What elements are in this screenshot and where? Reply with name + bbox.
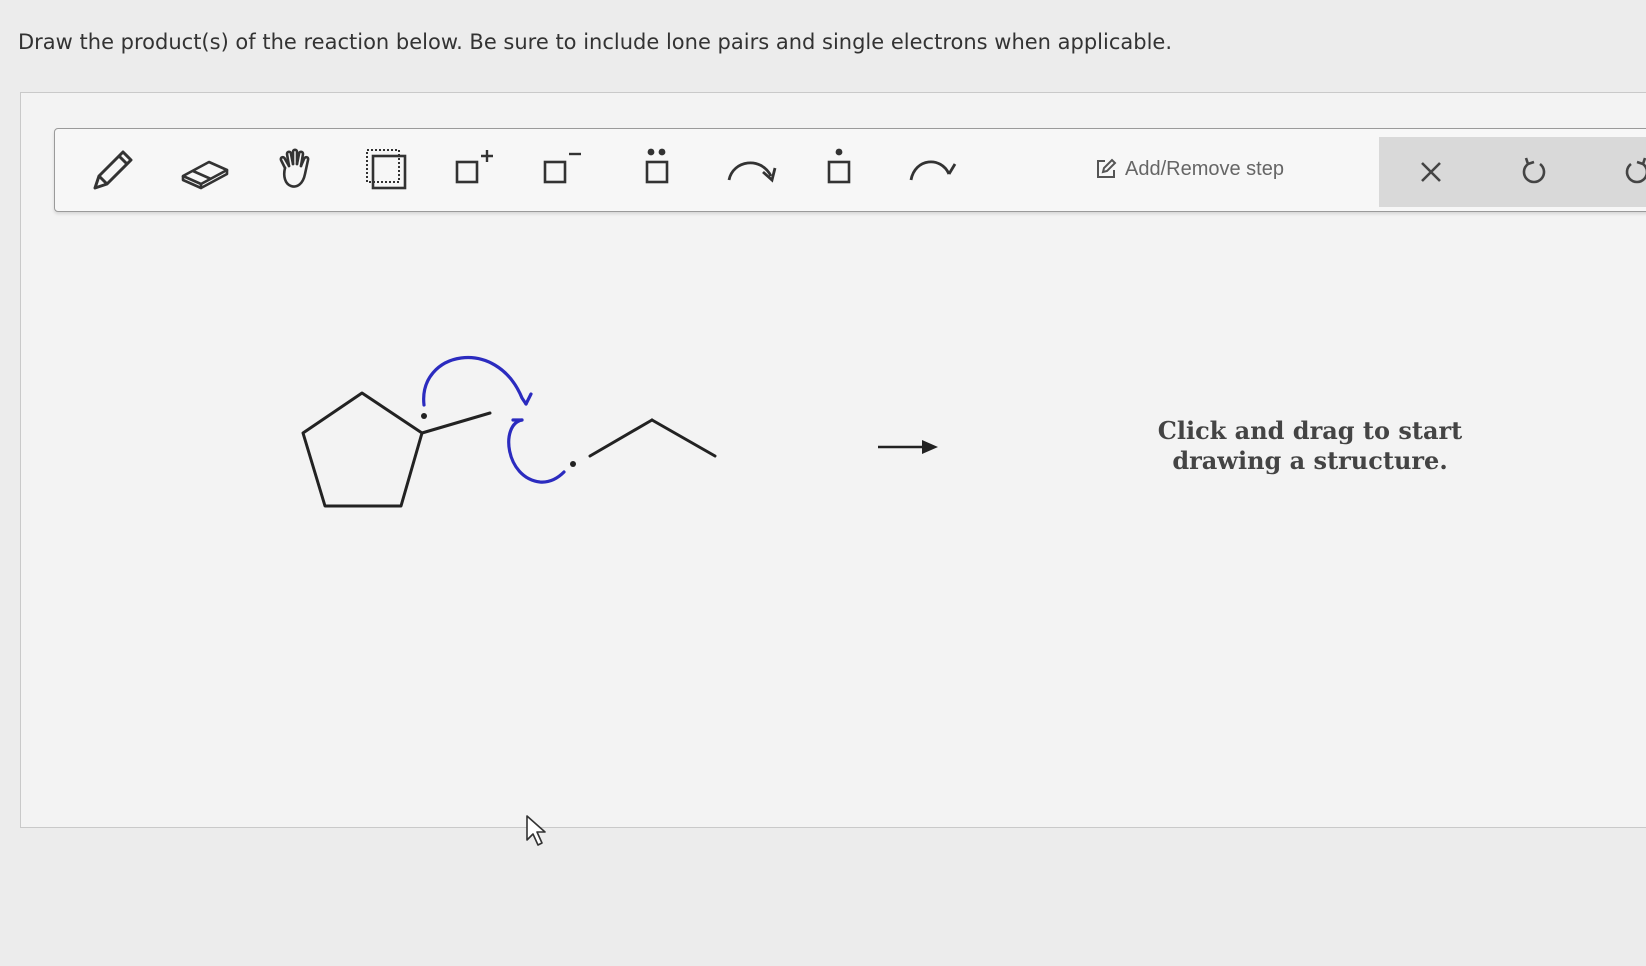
reaction-arrow	[878, 440, 938, 454]
radical-electron-left	[421, 413, 427, 419]
fishhook-arrow-top	[422, 355, 528, 407]
reaction-scheme	[301, 355, 938, 508]
canvas-hint: Click and drag to start drawing a struct…	[1157, 416, 1463, 475]
carbon-carbon-bond	[420, 411, 492, 435]
cyclopentyl-ring	[301, 391, 424, 508]
fishhook-arrow-bottom	[507, 418, 566, 484]
ethyl-bond-1	[588, 418, 654, 458]
ethyl-bond-2	[650, 418, 717, 458]
fishhook-arrow-top-head	[524, 392, 533, 406]
radical-electron-right	[570, 461, 576, 467]
mouse-cursor-icon	[526, 815, 546, 846]
fishhook-arrows	[422, 355, 566, 484]
